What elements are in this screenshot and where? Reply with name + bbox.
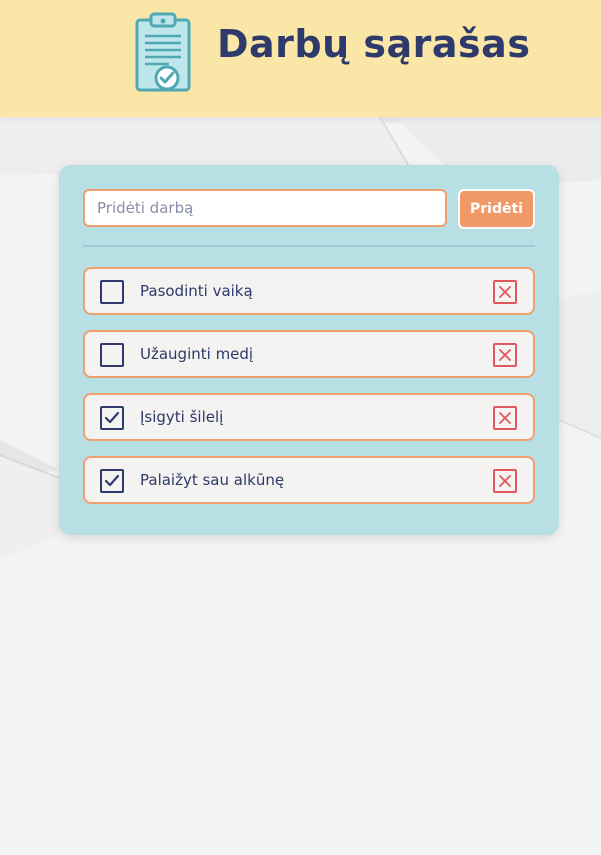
todo-text: Palaižyt sau alkūnę (140, 471, 285, 489)
todo-item: Įsigyti šilelį (83, 393, 535, 441)
todo-item: Palaižyt sau alkūnę (83, 456, 535, 504)
todo-text: Užauginti medį (140, 345, 254, 363)
delete-button[interactable] (493, 406, 517, 430)
todo-text: Pasodinti vaiką (140, 282, 253, 300)
task-input[interactable] (83, 189, 447, 227)
todo-item: Užauginti medį (83, 330, 535, 378)
close-icon (499, 286, 511, 298)
delete-button[interactable] (493, 280, 517, 304)
todo-checkbox[interactable] (100, 469, 124, 493)
app-header: Darbų sąrašas (0, 0, 601, 117)
clipboard-check-icon (135, 12, 191, 92)
todo-checkbox[interactable] (100, 406, 124, 430)
todo-text: Įsigyti šilelį (140, 408, 224, 426)
check-icon (104, 474, 120, 487)
delete-button[interactable] (493, 469, 517, 493)
close-icon (499, 475, 511, 487)
delete-button[interactable] (493, 343, 517, 367)
todo-item: Pasodinti vaiką (83, 267, 535, 315)
add-button[interactable]: Pridėti (458, 189, 535, 229)
todo-list: Pasodinti vaiką Užauginti medį Įsigyti š… (83, 267, 535, 519)
todo-checkbox[interactable] (100, 343, 124, 367)
check-icon (104, 411, 120, 424)
close-icon (499, 412, 511, 424)
close-icon (499, 349, 511, 361)
page-title: Darbų sąrašas (217, 22, 531, 66)
divider (83, 245, 535, 247)
todo-card: Pridėti Pasodinti vaiką Už (59, 165, 559, 535)
todo-checkbox[interactable] (100, 280, 124, 304)
